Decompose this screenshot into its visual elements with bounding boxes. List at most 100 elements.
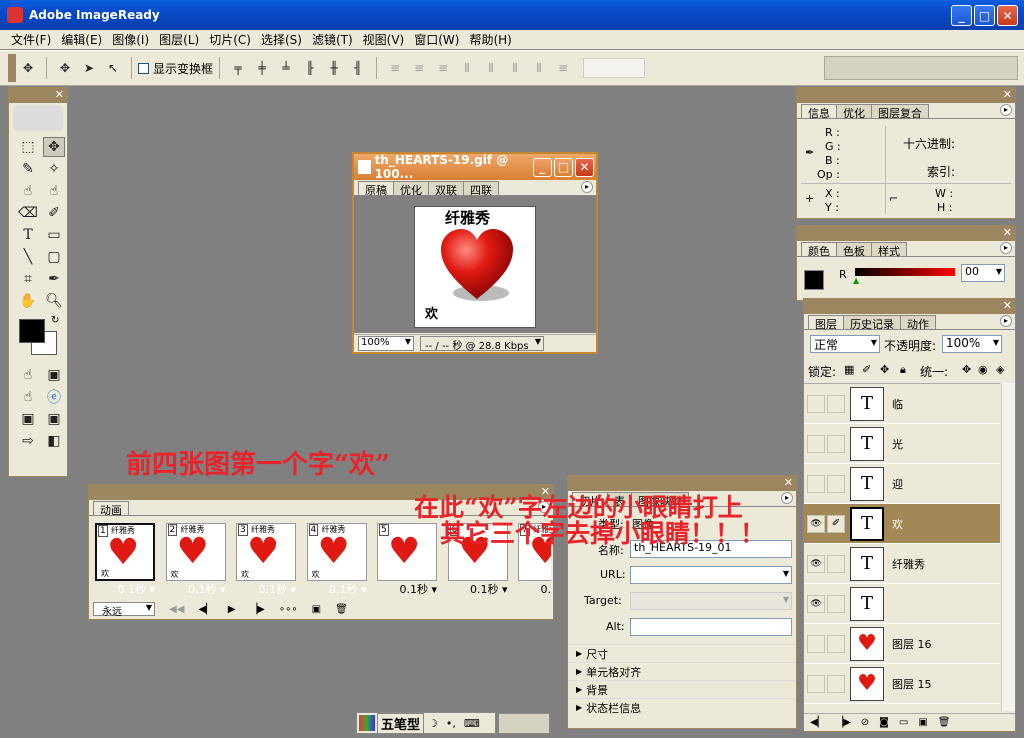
first-frame-icon[interactable]: ◀◀: [169, 604, 184, 615]
link-toggle[interactable]: [827, 594, 845, 613]
crop-tool-icon[interactable]: ⌗: [17, 269, 39, 289]
jump-to-photoshop-icon[interactable]: ⇨: [17, 431, 39, 451]
doc-close-button[interactable]: ✕: [575, 157, 594, 177]
brush-tool-icon[interactable]: ✐: [43, 203, 65, 223]
next-frame-icon[interactable]: ▕▶: [249, 604, 264, 615]
hand-tool-icon[interactable]: ✋: [17, 291, 39, 311]
magic-wand-icon[interactable]: ✧: [43, 159, 65, 179]
menu-image[interactable]: 图像(I): [107, 31, 154, 48]
red-slider-track[interactable]: [855, 268, 955, 276]
link-toggle[interactable]: [827, 474, 845, 493]
close-icon[interactable]: ✕: [1003, 226, 1012, 239]
link-toggle[interactable]: [827, 554, 845, 573]
show-transform-checkbox[interactable]: [138, 62, 149, 74]
swap-colors-icon[interactable]: ↻: [51, 315, 59, 326]
close-button[interactable]: ✕: [997, 5, 1018, 26]
visibility-toggle[interactable]: [807, 474, 825, 493]
new-layer-icon[interactable]: ▣: [918, 717, 927, 728]
menu-edit[interactable]: 编辑(E): [56, 31, 107, 48]
layers-scrollbar[interactable]: [1001, 383, 1015, 711]
menu-window[interactable]: 窗口(W): [409, 31, 464, 48]
menu-filter[interactable]: 滤镜(T): [307, 31, 358, 48]
arrow-icon[interactable]: ➤: [80, 60, 98, 76]
layer-row[interactable]: 👁︎ T 纤雅秀: [804, 544, 1000, 584]
minimize-button[interactable]: _: [951, 5, 972, 26]
opacity-field[interactable]: 100% ▼: [942, 335, 1002, 353]
ime-mode-label[interactable]: 五笔型: [377, 712, 425, 734]
animation-frame[interactable]: 2 纤雅秀 ♥ 欢 0.1秒 ▾: [165, 523, 228, 597]
frame-delay[interactable]: 0.1秒: [117, 583, 146, 596]
layer-row[interactable]: ♥ 图层 15: [804, 664, 1000, 704]
color-swatches[interactable]: ↻: [17, 315, 59, 361]
link-toggle[interactable]: [827, 394, 845, 413]
frame-delay[interactable]: 0.1秒: [188, 583, 217, 596]
eye-icon[interactable]: 👁︎: [807, 594, 825, 613]
link-toggle[interactable]: [827, 434, 845, 453]
menu-select[interactable]: 选择(S): [256, 31, 307, 48]
blend-mode-select[interactable]: 正常 ▼: [810, 335, 880, 353]
next-icon[interactable]: ▕▶: [835, 717, 850, 728]
align-top-icon[interactable]: ╤: [229, 60, 247, 76]
loop-select[interactable]: 永远 ▼: [93, 602, 155, 618]
lasso-tool-icon[interactable]: ✎: [17, 159, 39, 179]
duplicate-frame-icon[interactable]: ▣: [312, 604, 321, 615]
standard-mode-icon[interactable]: ▣: [17, 409, 39, 429]
lock-move-icon[interactable]: ✥: [880, 363, 889, 376]
arrow-small-icon[interactable]: ↖: [104, 60, 122, 76]
image-map-tool-icon[interactable]: ☝: [17, 181, 39, 201]
eyedropper-tool-icon[interactable]: ✒: [43, 269, 65, 289]
tab-optimize[interactable]: 优化: [836, 104, 872, 120]
zoom-select[interactable]: 100% ▼: [358, 336, 414, 351]
animation-frame[interactable]: 3 纤雅秀 ♥ 欢 0.1秒 ▾: [236, 523, 298, 597]
move-tool-icon[interactable]: ✥: [43, 137, 65, 157]
color-fg-swatch[interactable]: [804, 270, 824, 290]
panel-menu-icon[interactable]: ▸: [781, 492, 793, 504]
layer-row[interactable]: ♥ 图层 16: [804, 624, 1000, 664]
layer-row-selected[interactable]: 👁︎ ✐ T 欢: [804, 504, 1000, 544]
rectangle-tool-icon[interactable]: ▭: [43, 225, 65, 245]
frame-delay[interactable]: 0.1秒: [540, 583, 551, 596]
eye-icon[interactable]: 👁︎: [807, 554, 825, 573]
frame-delay[interactable]: 0.1秒: [258, 583, 287, 596]
type-tool-icon[interactable]: T: [17, 225, 39, 245]
tab-swatches[interactable]: 色板: [836, 242, 872, 258]
punctuation-icon[interactable]: •,: [446, 717, 456, 730]
eraser-tool-icon[interactable]: ⌫: [17, 203, 39, 223]
prev-icon[interactable]: ◀▏: [810, 717, 825, 728]
tween-icon[interactable]: ∘∘∘: [279, 604, 298, 615]
menu-view[interactable]: 视图(V): [358, 31, 410, 48]
visibility-toggle[interactable]: [807, 434, 825, 453]
photoshop-icon[interactable]: ◧: [43, 431, 65, 451]
panel-menu-icon[interactable]: ▸: [1000, 242, 1012, 254]
maximize-button[interactable]: □: [974, 5, 995, 26]
layer-row[interactable]: T 迎: [804, 464, 1000, 504]
trash-icon[interactable]: 🗑︎: [938, 717, 951, 728]
play-icon[interactable]: ▶: [228, 604, 236, 615]
unify-style-icon[interactable]: ◈: [996, 363, 1004, 376]
doc-minimize-button[interactable]: _: [533, 157, 552, 177]
menu-help[interactable]: 帮助(H): [464, 31, 516, 48]
marquee-tool-icon[interactable]: ⬚: [17, 137, 39, 157]
align-left-icon[interactable]: ╟: [301, 60, 319, 76]
lock-all-icon[interactable]: 🔒︎: [900, 363, 906, 377]
close-icon[interactable]: ✕: [784, 476, 793, 489]
folder-icon[interactable]: ▭: [899, 717, 908, 728]
frame-delay[interactable]: 0.1秒: [399, 583, 428, 596]
image-map-select-icon[interactable]: ☝: [43, 181, 65, 201]
tab-color[interactable]: 颜色: [801, 242, 837, 258]
tab-original[interactable]: 原稿: [358, 181, 394, 197]
align-hcenter-icon[interactable]: ╫: [325, 60, 343, 76]
align-vcenter-icon[interactable]: ╪: [253, 60, 271, 76]
alt-field[interactable]: [630, 618, 792, 636]
lock-paint-icon[interactable]: ✐: [862, 363, 871, 376]
moon-icon[interactable]: ☽: [428, 717, 438, 730]
fullscreen-mode-icon[interactable]: ▣: [43, 409, 65, 429]
align-right-icon[interactable]: ╢: [349, 60, 367, 76]
toggle-image-map-icon[interactable]: ▣: [43, 365, 65, 385]
frame-delay[interactable]: 0.1秒: [329, 583, 358, 596]
panel-menu-icon[interactable]: ▸: [1000, 315, 1012, 327]
panel-menu-icon[interactable]: ▸: [1000, 104, 1012, 116]
download-time-select[interactable]: -- / -- 秒 @ 28.8 Kbps ▼: [420, 336, 544, 352]
close-icon[interactable]: ✕: [1003, 88, 1012, 101]
unify-visibility-icon[interactable]: ◉: [978, 363, 988, 376]
